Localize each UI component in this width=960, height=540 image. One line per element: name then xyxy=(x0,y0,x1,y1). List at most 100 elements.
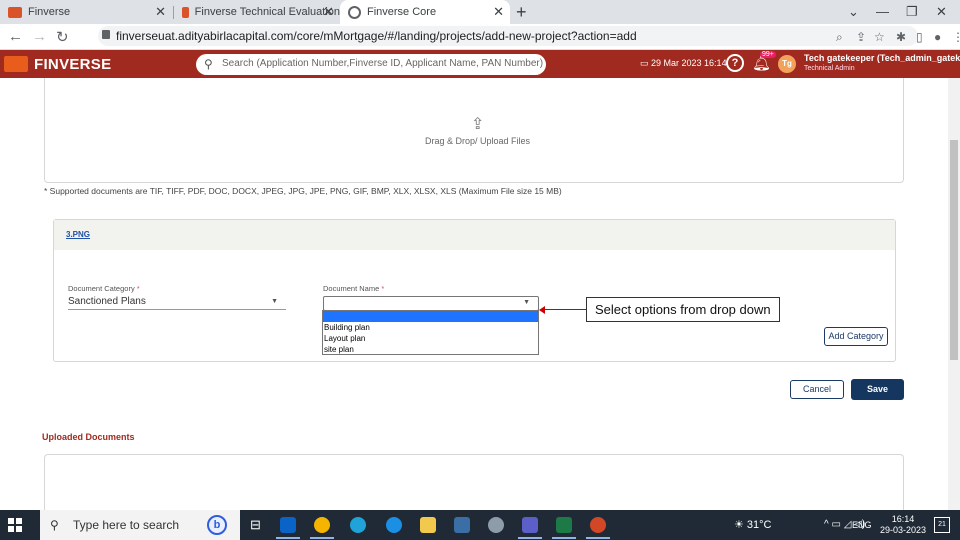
finverse-favicon-icon xyxy=(182,6,189,18)
add-category-button[interactable]: Add Category xyxy=(824,327,888,346)
profile-icon[interactable]: ● xyxy=(934,30,941,44)
app-header: FINVERSE ⚲ Search (Application Number,Fi… xyxy=(0,50,960,78)
document-category-label-text: Document Category xyxy=(68,284,135,293)
zoom-icon[interactable]: ⌕ xyxy=(836,30,843,45)
chrome-icon[interactable] xyxy=(314,517,330,533)
global-search-input[interactable]: ⚲ Search (Application Number,Finverse ID… xyxy=(196,54,546,75)
cancel-button[interactable]: Cancel xyxy=(790,380,844,399)
tab-close-icon[interactable]: ✕ xyxy=(155,4,166,20)
file-drop-zone[interactable]: ⇪ Drag & Drop/ Upload Files xyxy=(44,78,904,183)
share-icon[interactable]: ⇪ xyxy=(856,30,866,44)
annotation-callout: Select options from drop down xyxy=(586,297,780,322)
window-close-icon[interactable]: ✕ xyxy=(936,0,947,24)
tab-label: Finverse Core xyxy=(367,6,437,18)
taskbar-active-indicator xyxy=(586,537,610,539)
windows-taskbar: ⚲ Type here to search b ⊟ ☀ 31°C ^ ▭ ◿ ◁… xyxy=(0,510,960,540)
taskbar-search-placeholder: Type here to search xyxy=(73,518,180,532)
new-tab-button[interactable]: + xyxy=(516,0,527,24)
lock-icon xyxy=(102,30,110,39)
search-icon: ⚲ xyxy=(204,57,213,71)
chevron-down-icon: ▼ xyxy=(523,299,530,306)
brand-name: FINVERSE xyxy=(34,56,112,73)
file-name-link[interactable]: 3.PNG xyxy=(66,230,90,239)
minimize-icon[interactable]: — xyxy=(876,0,889,24)
document-category-label: Document Category * xyxy=(68,284,140,293)
url-text: finverseuat.adityabirlacapital.com/core/… xyxy=(116,29,637,43)
clock-date: 29-03-2023 xyxy=(879,525,927,535)
avatar[interactable]: Tg xyxy=(778,55,796,73)
document-category-value: Sanctioned Plans xyxy=(68,296,146,307)
forward-arrow-icon[interactable]: → xyxy=(32,28,47,45)
taskbar-clock[interactable]: 16:14 29-03-2023 xyxy=(878,514,928,536)
taskbar-active-indicator xyxy=(552,537,576,539)
extensions-icon[interactable]: ✱ xyxy=(896,30,906,44)
user-name[interactable]: Tech gatekeeper (Tech_admin_gatekee xyxy=(804,53,960,63)
network-app-icon[interactable] xyxy=(488,517,504,533)
dropdown-option-layout-plan[interactable]: Layout plan xyxy=(323,333,538,344)
document-category-select[interactable]: Sanctioned Plans ▼ xyxy=(68,296,286,310)
supported-documents-note: * Supported documents are TIF, TIFF, PDF… xyxy=(44,186,562,196)
edge-icon[interactable] xyxy=(350,517,366,533)
tab-search-chevron-icon[interactable]: ⌄ xyxy=(848,0,859,24)
dropdown-option-empty[interactable] xyxy=(323,311,538,322)
notification-center-icon[interactable]: 21 xyxy=(934,517,950,533)
chevron-down-icon: ▼ xyxy=(271,298,278,305)
browser-tab-finverse[interactable]: Finverse ✕ xyxy=(0,0,172,24)
document-name-label-text: Document Name xyxy=(323,284,380,293)
reload-icon[interactable]: ↻ xyxy=(56,28,69,46)
teams-icon[interactable] xyxy=(522,517,538,533)
help-icon[interactable]: ? xyxy=(726,54,744,72)
document-name-dropdown-list: Building plan Layout plan site plan xyxy=(322,310,539,355)
back-arrow-icon[interactable]: ← xyxy=(8,28,23,45)
document-name-label: Document Name * xyxy=(323,284,384,293)
header-datetime-text: 29 Mar 2023 16:14 xyxy=(651,58,727,68)
browser-tab-technical-evaluation[interactable]: Finverse Technical Evaluation ✕ xyxy=(174,0,340,24)
uploaded-documents-title: Uploaded Documents xyxy=(42,432,135,442)
windows-start-icon[interactable] xyxy=(8,518,22,532)
notification-badge: 99+ xyxy=(760,51,776,58)
powerpoint-icon[interactable] xyxy=(590,517,606,533)
language-indicator[interactable]: ENG xyxy=(852,520,872,530)
weather-text: 31°C xyxy=(746,519,772,531)
bing-icon[interactable]: b xyxy=(207,515,227,535)
browser-tab-bar: Finverse ✕ Finverse Technical Evaluation… xyxy=(0,0,960,24)
dropdown-option-building-plan[interactable]: Building plan xyxy=(323,322,538,333)
callout-arrow-line xyxy=(544,309,586,310)
dropdown-option-site-plan[interactable]: site plan xyxy=(323,344,538,355)
globe-icon xyxy=(348,5,361,19)
excel-icon[interactable] xyxy=(556,517,572,533)
document-card-header: 3.PNG xyxy=(54,220,895,250)
taskbar-active-indicator xyxy=(310,537,334,539)
calculator-icon[interactable] xyxy=(454,517,470,533)
clock-time: 16:14 xyxy=(891,514,915,524)
uploaded-documents-panel xyxy=(44,454,904,510)
upload-icon: ⇪ xyxy=(471,116,485,133)
internet-explorer-icon[interactable] xyxy=(386,517,402,533)
task-view-icon[interactable]: ⊟ xyxy=(250,517,266,533)
save-button[interactable]: Save xyxy=(851,379,904,400)
scrollbar-thumb[interactable] xyxy=(950,140,958,360)
bookmark-star-icon[interactable]: ☆ xyxy=(874,30,885,44)
finverse-logo-icon xyxy=(4,56,28,72)
required-mark: * xyxy=(381,284,385,293)
drop-zone-text: Drag & Drop/ Upload Files xyxy=(425,136,531,146)
menu-kebab-icon[interactable]: ⋮ xyxy=(952,30,960,44)
weather-widget[interactable]: ☀ 31°C xyxy=(734,518,772,531)
browser-tab-finverse-core[interactable]: Finverse Core ✕ xyxy=(340,0,510,24)
file-explorer-icon[interactable] xyxy=(420,517,436,533)
outlook-icon[interactable] xyxy=(280,517,296,533)
tab-label: Finverse xyxy=(28,6,71,18)
address-bar-row: ← → ↻ finverseuat.adityabirlacapital.com… xyxy=(0,24,960,50)
search-placeholder: Search (Application Number,Finverse ID, … xyxy=(222,58,544,69)
document-name-select[interactable]: ▼ xyxy=(323,296,539,311)
header-datetime: ▭ 29 Mar 2023 16:14 xyxy=(640,58,727,68)
tab-label: Finverse Technical Evaluation xyxy=(194,6,340,18)
taskbar-active-indicator xyxy=(518,537,542,539)
restore-icon[interactable]: ❐ xyxy=(906,0,918,24)
tab-close-icon[interactable]: ✕ xyxy=(323,4,334,20)
side-panel-icon[interactable]: ▯ xyxy=(916,30,923,44)
search-icon: ⚲ xyxy=(50,518,59,532)
taskbar-active-indicator xyxy=(276,537,300,539)
tab-close-icon[interactable]: ✕ xyxy=(493,4,504,20)
url-field[interactable]: finverseuat.adityabirlacapital.com/core/… xyxy=(98,26,918,46)
